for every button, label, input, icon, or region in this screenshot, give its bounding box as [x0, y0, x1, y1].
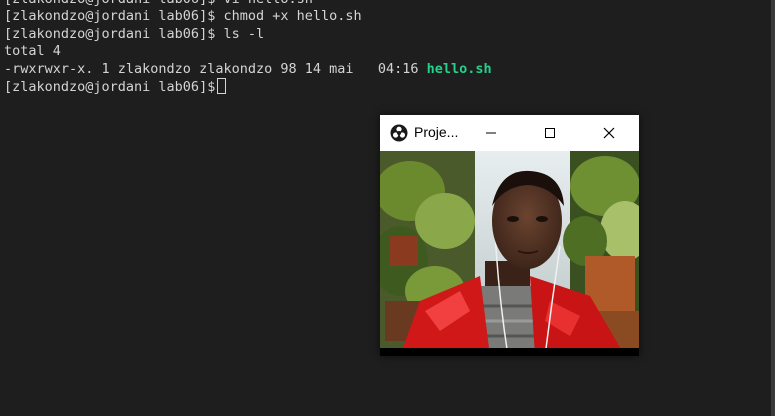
- terminal-line-ls: [zlakondzo@jordani lab06]$ ls -l: [4, 26, 265, 42]
- close-button[interactable]: [586, 115, 632, 151]
- listing-details: -rwxrwxr-x. 1 zlakondzo zlakondzo 98 14 …: [4, 61, 427, 77]
- maximize-icon: [545, 128, 555, 138]
- obs-icon: [390, 124, 408, 142]
- maximize-button[interactable]: [527, 115, 573, 151]
- terminal-line-prompt[interactable]: [zlakondzo@jordani lab06]$: [4, 78, 227, 96]
- projector-window[interactable]: Proje...: [380, 115, 639, 356]
- terminal-cursor: [217, 78, 227, 94]
- terminal-scrollbar[interactable]: [771, 0, 775, 416]
- terminal-line-total: total 4: [4, 43, 61, 59]
- webcam-image: [380, 151, 639, 356]
- projector-title: Proje...: [414, 124, 459, 140]
- listing-filename: hello.sh: [426, 61, 492, 77]
- terminal-line-listing: -rwxrwxr-x. 1 zlakondzo zlakondzo 98 14 …: [4, 60, 492, 78]
- shell-prompt: [zlakondzo@jordani lab06]$: [4, 79, 216, 95]
- terminal-line-chmod: [zlakondzo@jordani lab06]$ chmod +x hell…: [4, 8, 362, 24]
- webcam-preview: [380, 151, 639, 356]
- minimize-button[interactable]: [468, 115, 514, 151]
- minimize-icon: [486, 132, 496, 134]
- projector-titlebar[interactable]: Proje...: [380, 115, 639, 151]
- close-icon: [603, 127, 615, 139]
